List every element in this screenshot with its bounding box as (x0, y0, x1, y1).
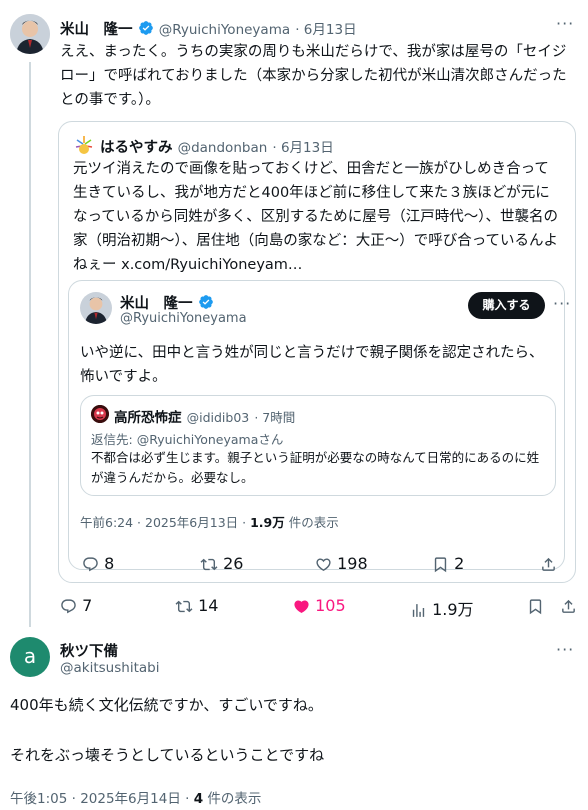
repost-icon (175, 600, 193, 613)
author-name[interactable]: はるやすみ (100, 140, 173, 156)
nested-tweet-text: 不都合は必ず生じます。親子という証明が必要なの時なんて日常的にあるのに姓が違うん… (91, 450, 540, 485)
nested-tweet-text: いや逆に、田中と言う姓が同じと言うだけで親子関係を認定されたら、怖いですよ。 (80, 345, 544, 385)
quoted-tweet-text: 元ツイ消えたので画像を貼っておくけど、田舎だと一族がひしめき合って生きているし、… (73, 157, 563, 277)
reply-to-suffix: さん (258, 432, 284, 447)
like-button[interactable]: 198 (315, 554, 368, 573)
author-name[interactable]: 米山 隆一 (60, 22, 133, 38)
author-handle[interactable]: @RyuichiYoneyama (159, 22, 290, 38)
author-handle[interactable]: @dandonban (178, 140, 268, 156)
nested-tweet-header: 高所恐怖症 @ididib03 · 7時間 (114, 406, 295, 426)
tweet-date[interactable]: · 6月13日 (295, 22, 356, 38)
reply-count: 8 (104, 554, 115, 573)
tweet-date[interactable]: · 7時間 (254, 410, 295, 425)
repost-button[interactable]: 26 (200, 554, 243, 573)
repost-count: 26 (223, 554, 244, 573)
tweet-date[interactable]: · 6月13日 (272, 140, 333, 156)
view-count: 4 (193, 791, 204, 807)
avatar[interactable] (91, 405, 109, 423)
share-button[interactable] (560, 596, 577, 615)
bookmark-count: 2 (454, 554, 465, 573)
like-count: 198 (337, 554, 368, 573)
views-button[interactable]: 1.9万 (410, 596, 474, 620)
tweet-header: 米山 隆一 @RyuichiYoneyama · 6月13日 (60, 18, 357, 40)
buy-button[interactable]: 購入する (468, 292, 545, 319)
like-button[interactable]: 105 (293, 596, 346, 615)
bookmark-button[interactable]: 2 (432, 554, 464, 573)
repost-count: 14 (198, 596, 219, 615)
repost-icon (200, 558, 218, 571)
share-icon (562, 599, 575, 613)
share-button[interactable] (540, 554, 557, 573)
more-options-icon[interactable]: ··· (553, 294, 571, 313)
reply-to-line: 返信先: @RyuichiYoneyamaさん (91, 429, 283, 448)
timestamp-text[interactable]: 午後1:05 · 2025年6月14日 · (10, 791, 194, 807)
view-count-label: 件の表示 (284, 515, 339, 530)
author-name[interactable]: 秋ツ下備 (60, 640, 118, 661)
author-name[interactable]: 米山 隆一 (120, 296, 193, 312)
more-options-icon[interactable]: ··· (556, 14, 574, 33)
heart-filled-icon (294, 600, 309, 613)
reply-to-handle[interactable]: @RyuichiYoneyama (137, 432, 259, 447)
verified-badge-icon (138, 20, 154, 40)
author-name[interactable]: 高所恐怖症 (114, 410, 182, 426)
share-icon (542, 557, 555, 571)
bookmark-icon (434, 557, 447, 573)
avatar[interactable] (10, 14, 50, 54)
thread-connector-line (29, 62, 31, 627)
tweet-text: ええ、まったく。うちの実家の周りも米山だらけで、我が家は屋号の「セイジロー」で呼… (60, 44, 567, 108)
avatar[interactable] (73, 134, 95, 156)
heart-icon (316, 558, 331, 571)
author-handle[interactable]: @ididib03 (187, 410, 250, 425)
tweet-timestamp: 午後1:05 · 2025年6月14日 · 4 件の表示 (10, 787, 261, 807)
view-count-label: 件の表示 (203, 791, 262, 807)
view-count: 1.9万 (250, 515, 285, 530)
like-count: 105 (315, 596, 346, 615)
reply-button[interactable]: 8 (82, 554, 114, 573)
avatar-letter: a (23, 644, 37, 668)
author-handle[interactable]: @RyuichiYoneyama (120, 311, 247, 326)
author-handle[interactable]: @akitsushitabi (60, 660, 159, 676)
tweet-text-line: 400年も続く文化伝統ですか、すごいですね。 (10, 696, 323, 714)
reply-icon (83, 557, 98, 572)
avatar[interactable]: a (10, 637, 50, 677)
bookmark-button[interactable] (527, 596, 544, 615)
reply-to-prefix: 返信先: (91, 432, 137, 447)
more-options-icon[interactable]: ··· (556, 640, 574, 659)
repost-button[interactable]: 14 (175, 596, 218, 615)
tweet-timestamp: 午前6:24 · 2025年6月13日 · 1.9万 件の表示 (80, 512, 339, 531)
bookmark-icon (529, 599, 542, 615)
reply-icon (61, 599, 76, 614)
tweet-text-line: それをぶっ壊そうとしているということですね (10, 746, 325, 764)
timestamp-text[interactable]: 午前6:24 · 2025年6月13日 · (80, 515, 250, 530)
reply-button[interactable]: 7 (60, 596, 92, 615)
avatar[interactable] (80, 292, 112, 324)
reply-count: 7 (82, 596, 93, 615)
analytics-icon (412, 604, 425, 617)
quoted-tweet-header: はるやすみ @dandonban · 6月13日 (100, 136, 334, 157)
view-count: 1.9万 (432, 600, 474, 619)
quoted-tweet-link[interactable]: x.com/RyuichiYoneyam… (121, 257, 302, 273)
